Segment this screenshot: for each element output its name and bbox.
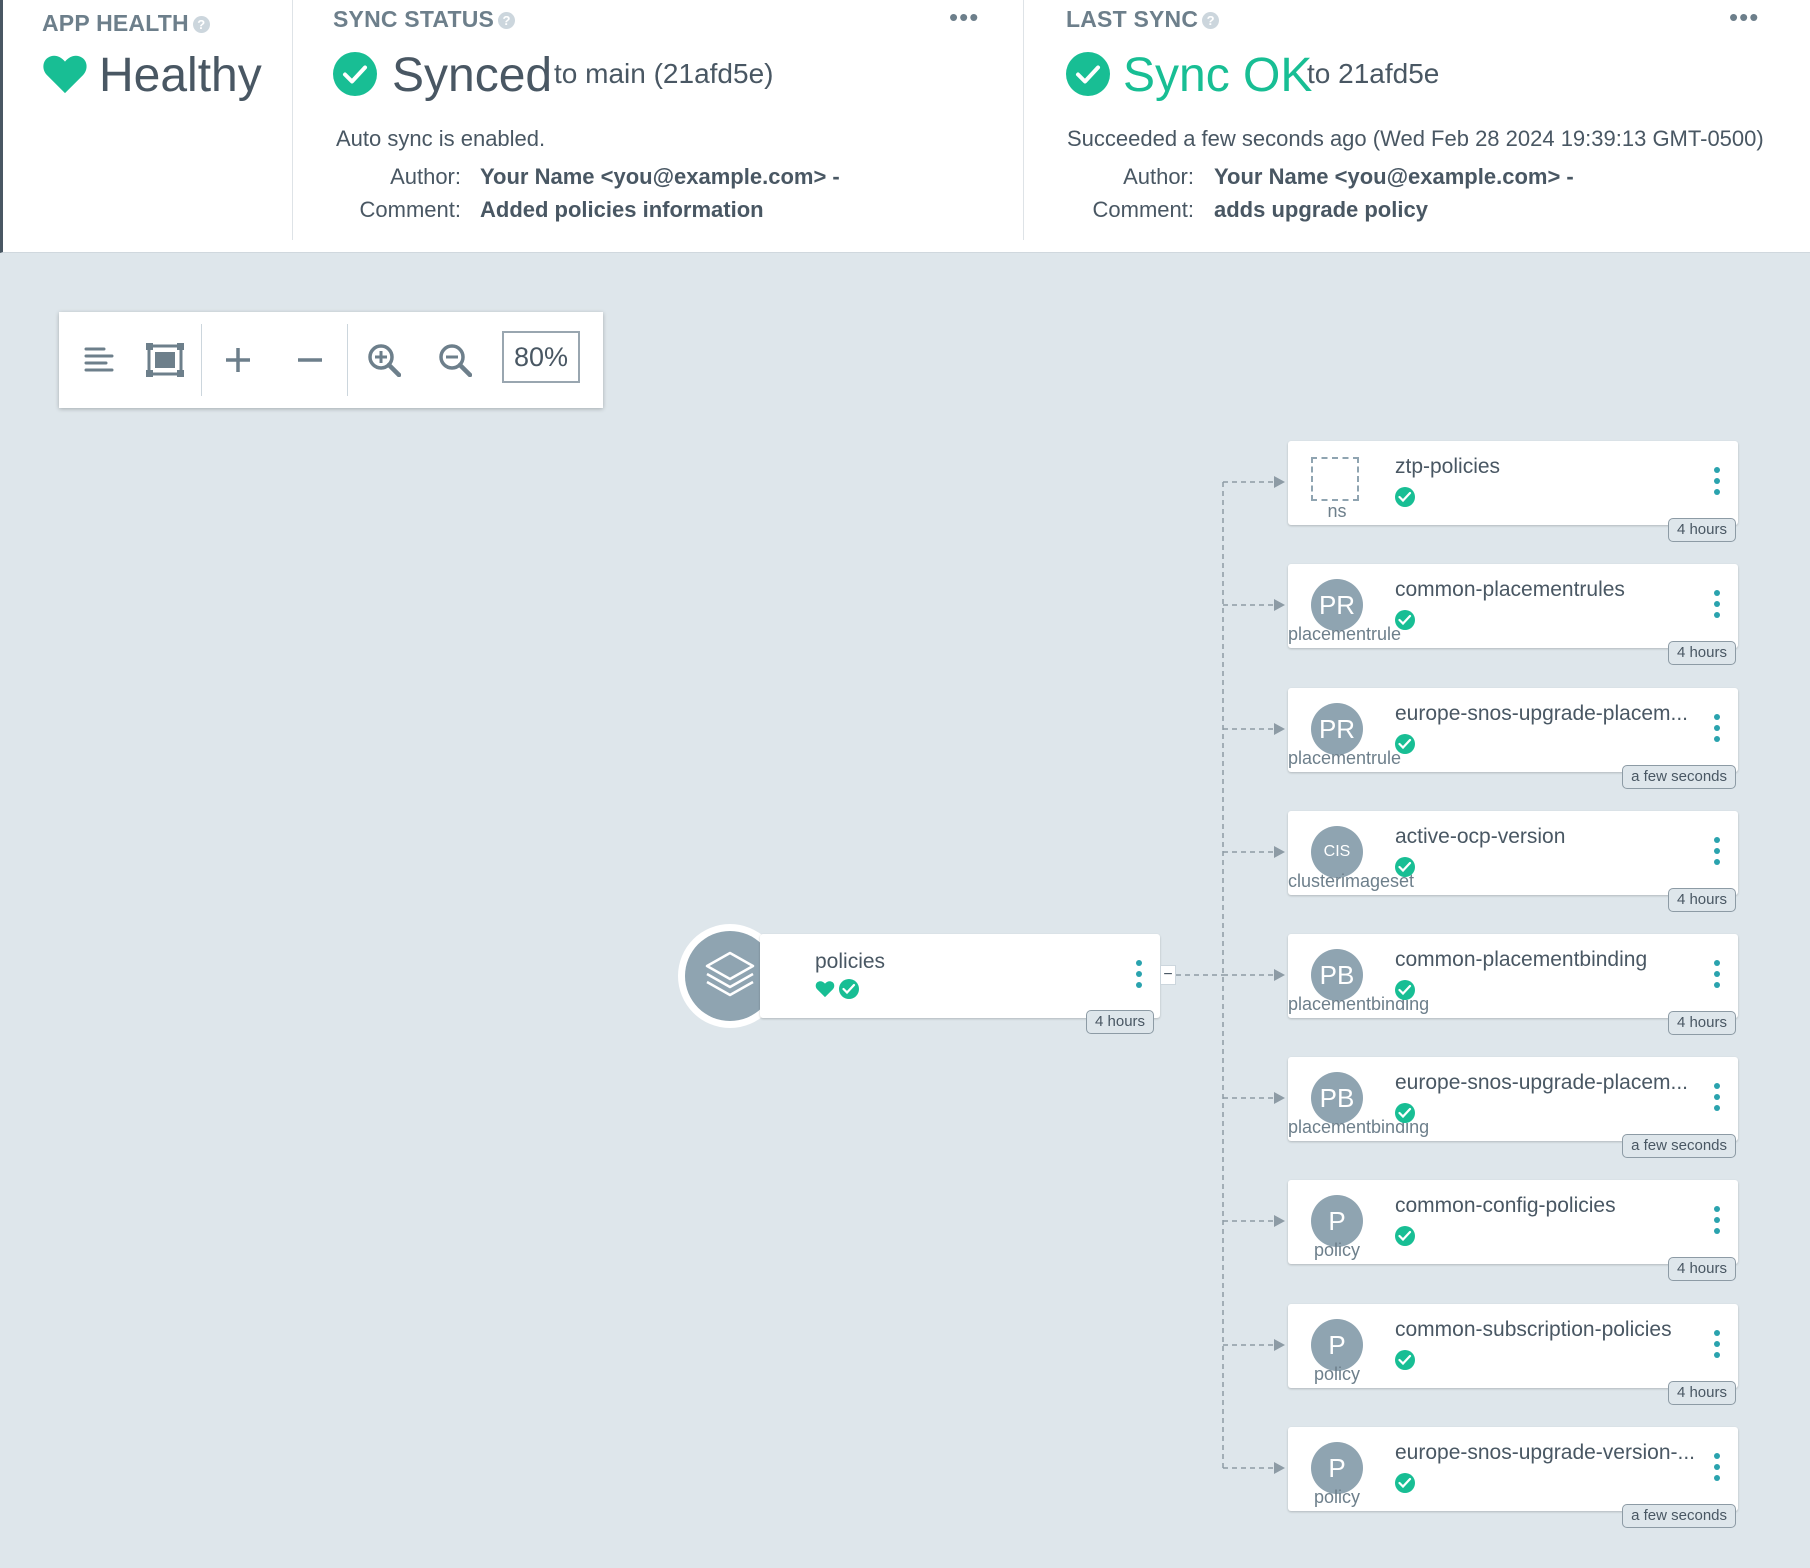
resource-kind-label: placementrule — [1288, 624, 1402, 644]
resource-name: common-subscription-policies — [1395, 1318, 1672, 1341]
resource-node[interactable]: Ppolicy common-config-policies — [1288, 1180, 1738, 1264]
root-node-age-badge: 4 hours — [1086, 1010, 1155, 1034]
resource-menu-button[interactable] — [1714, 590, 1720, 623]
resource-node[interactable]: PB placementbinding common-placementbindin… — [1288, 934, 1738, 1018]
resource-age-badge: 4 hours — [1667, 1381, 1736, 1405]
synced-icon — [1395, 1350, 1415, 1370]
resource-menu-button[interactable] — [1714, 837, 1720, 870]
synced-icon — [1395, 1226, 1415, 1246]
resource-name: europe-snos-upgrade-placem... — [1395, 702, 1688, 725]
resource-age-badge: a few seconds — [1622, 1504, 1736, 1528]
resource-menu-button[interactable] — [1714, 1206, 1720, 1239]
root-node[interactable]: policies — [760, 934, 1160, 1018]
collapse-button[interactable]: − — [1160, 965, 1176, 985]
synced-icon — [1395, 857, 1415, 877]
resource-age-badge: 4 hours — [1667, 641, 1736, 665]
synced-icon — [1395, 734, 1415, 754]
synced-icon — [839, 979, 859, 999]
edge-arrow — [1274, 1092, 1285, 1104]
edge-arrow — [1274, 476, 1285, 488]
resource-name: europe-snos-upgrade-placem... — [1395, 1071, 1688, 1094]
resource-node[interactable]: PB placementbinding europe-snos-upgrade-pl… — [1288, 1057, 1738, 1141]
resource-kind-label: placementrule — [1288, 748, 1402, 768]
synced-icon — [1395, 980, 1415, 1000]
synced-icon — [1395, 1103, 1415, 1123]
edge-arrow — [1274, 599, 1285, 611]
edge-arrow — [1274, 1462, 1285, 1474]
resource-menu-button[interactable] — [1714, 1330, 1720, 1363]
resource-kind-label: policy — [1313, 1364, 1361, 1384]
resource-menu-button[interactable] — [1714, 960, 1720, 993]
resource-age-badge: 4 hours — [1667, 1257, 1736, 1281]
edge-arrow — [1274, 846, 1285, 858]
resource-kind-label: policy — [1313, 1240, 1361, 1260]
resource-age-badge: a few seconds — [1622, 765, 1736, 789]
resource-age-badge: 4 hours — [1667, 888, 1736, 912]
resource-name: common-placementrules — [1395, 578, 1625, 601]
resource-node[interactable]: PR placementrule europe-snos-upgrade-place… — [1288, 688, 1738, 772]
resource-name: common-config-policies — [1395, 1194, 1616, 1217]
edge-arrow — [1274, 723, 1285, 735]
resource-node[interactable]: Ppolicy europe-snos-upgrade-version-... — [1288, 1427, 1738, 1511]
namespace-icon — [1311, 457, 1359, 501]
root-node-menu-button[interactable] — [1136, 960, 1142, 993]
resource-kind-label: clusterimageset — [1288, 871, 1415, 891]
resource-menu-button[interactable] — [1714, 1083, 1720, 1116]
synced-icon — [1395, 610, 1415, 630]
resource-node[interactable]: PR placementrule common-placementrules — [1288, 564, 1738, 648]
resource-kind-label: ns — [1327, 501, 1347, 521]
resource-kind-label: policy — [1313, 1487, 1361, 1507]
synced-icon — [1395, 487, 1415, 507]
resource-menu-button[interactable] — [1714, 714, 1720, 747]
resource-age-badge: a few seconds — [1622, 1134, 1736, 1158]
edge-arrow — [1274, 1215, 1285, 1227]
resource-node[interactable]: Ppolicy common-subscription-policies — [1288, 1304, 1738, 1388]
resource-age-badge: 4 hours — [1667, 518, 1736, 542]
edge-arrow — [1274, 969, 1285, 981]
resource-name: europe-snos-upgrade-version-... — [1395, 1441, 1695, 1464]
resource-menu-button[interactable] — [1714, 1453, 1720, 1486]
resource-age-badge: 4 hours — [1667, 1011, 1736, 1035]
resource-name: ztp-policies — [1395, 455, 1501, 478]
heart-icon — [815, 980, 835, 1003]
resource-name: active-ocp-version — [1395, 825, 1566, 848]
resource-node[interactable]: ns ztp-policies — [1288, 441, 1738, 525]
resource-node[interactable]: CIS clusterimageset active-ocp-version — [1288, 811, 1738, 895]
synced-icon — [1395, 1473, 1415, 1493]
resource-menu-button[interactable] — [1714, 467, 1720, 500]
root-node-name: policies — [815, 950, 886, 973]
resource-name: common-placementbinding — [1395, 948, 1648, 971]
edge-arrow — [1274, 1339, 1285, 1351]
